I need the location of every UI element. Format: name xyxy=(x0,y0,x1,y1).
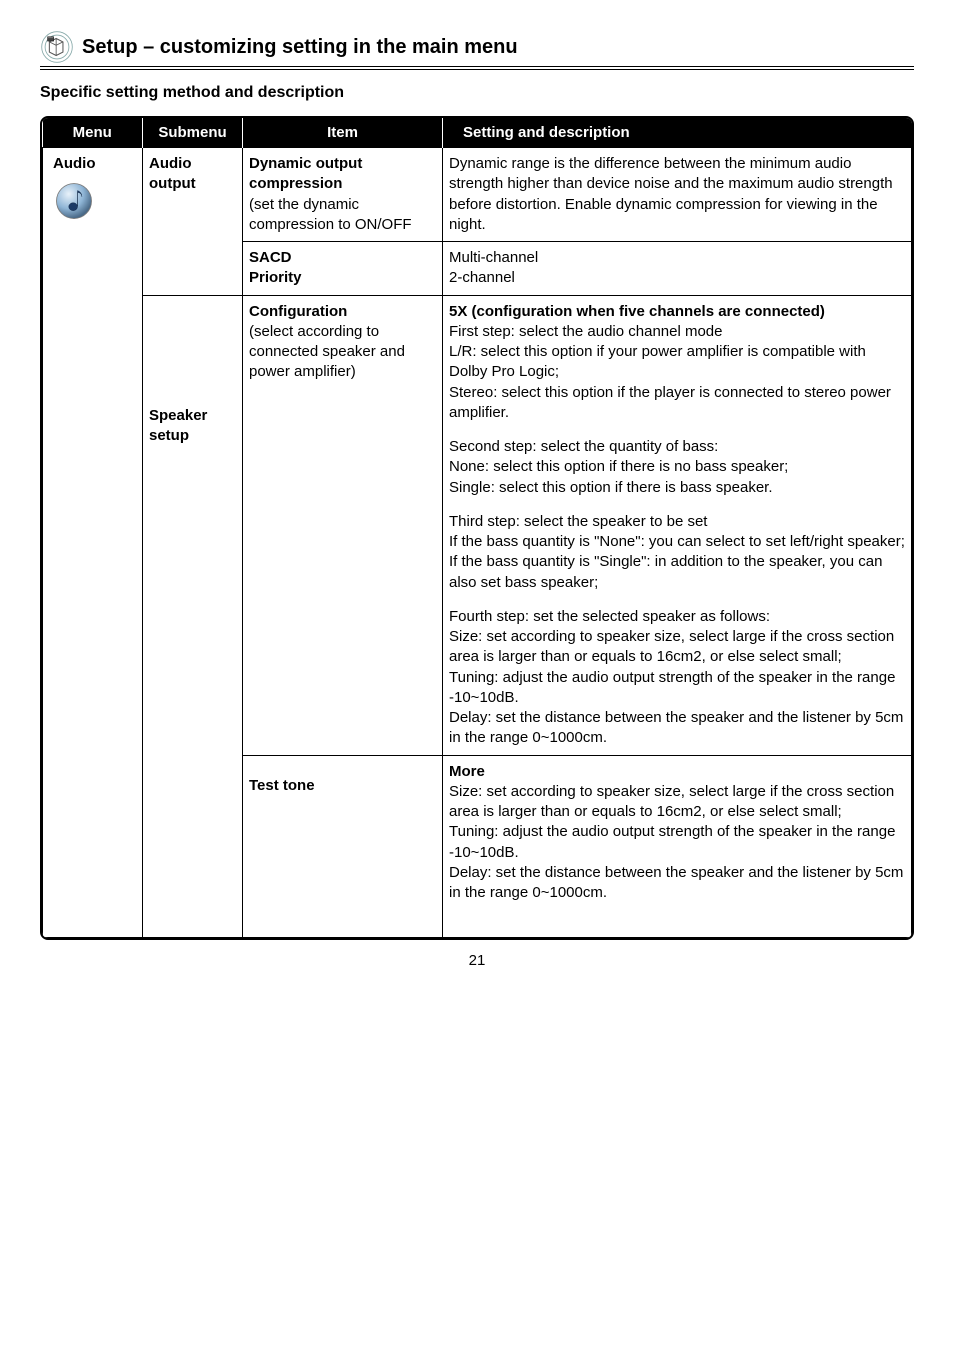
item-title: Dynamic output compression xyxy=(249,155,362,192)
page-header: Setup – customizing setting in the main … xyxy=(40,30,914,70)
settings-table-frame: Menu Submenu Item Setting and descriptio… xyxy=(40,116,914,940)
desc-cell: 5X (configuration when five channels are… xyxy=(443,295,912,755)
col-header-submenu: Submenu xyxy=(143,118,243,148)
item-title: Test tone xyxy=(249,777,315,794)
menu-cell-audio: Audio xyxy=(43,148,143,938)
table-row: Speaker setup Configuration (select acco… xyxy=(43,295,912,755)
submenu-label-text: Speaker setup xyxy=(149,407,207,444)
page-number: 21 xyxy=(40,952,914,969)
desc-text: Second step: select the quantity of bass… xyxy=(449,438,788,496)
desc-cell: Dynamic range is the difference between … xyxy=(443,148,912,242)
desc-text: Third step: select the speaker to be set… xyxy=(449,513,905,591)
submenu-speaker-setup: Speaker setup xyxy=(143,295,243,938)
col-header-menu: Menu xyxy=(43,118,143,148)
desc-text: Size: set according to speaker size, sel… xyxy=(449,783,903,901)
menu-label: Audio xyxy=(53,154,96,174)
submenu-label-text: Audio output xyxy=(149,155,196,192)
section-subtitle: Specific setting method and description xyxy=(40,84,914,102)
settings-table: Menu Submenu Item Setting and descriptio… xyxy=(42,118,912,938)
desc-text: Fourth step: set the selected speaker as… xyxy=(449,608,903,747)
item-detail: (set the dynamic compression to ON/OFF xyxy=(249,196,412,233)
item-title: Configuration xyxy=(249,303,347,320)
table-header-row: Menu Submenu Item Setting and descriptio… xyxy=(43,118,912,148)
col-header-item: Item xyxy=(243,118,443,148)
col-header-desc: Setting and description xyxy=(443,118,912,148)
desc-strong: 5X (configuration when five channels are… xyxy=(449,303,825,320)
submenu-audio-output: Audio output xyxy=(143,148,243,296)
item-detail: (select according to connected speaker a… xyxy=(249,323,405,381)
setup-book-icon xyxy=(40,30,74,64)
desc-strong: More xyxy=(449,763,485,780)
page-title: Setup – customizing setting in the main … xyxy=(82,36,518,59)
desc-text: Dynamic range is the difference between … xyxy=(449,155,893,233)
desc-text: 2-channel xyxy=(449,269,515,286)
item-cell: Test tone xyxy=(243,755,443,938)
desc-cell: Multi-channel 2-channel xyxy=(443,242,912,296)
item-cell: Dynamic output compression (set the dyna… xyxy=(243,148,443,242)
item-title: SACD Priority xyxy=(249,249,302,286)
desc-text: First step: select the audio channel mod… xyxy=(449,323,891,421)
table-row: Audio xyxy=(43,148,912,242)
desc-cell: More Size: set according to speaker size… xyxy=(443,755,912,938)
item-cell: Configuration (select according to conne… xyxy=(243,295,443,755)
music-note-icon xyxy=(53,180,95,222)
item-cell: SACD Priority xyxy=(243,242,443,296)
desc-text: Multi-channel xyxy=(449,249,538,266)
